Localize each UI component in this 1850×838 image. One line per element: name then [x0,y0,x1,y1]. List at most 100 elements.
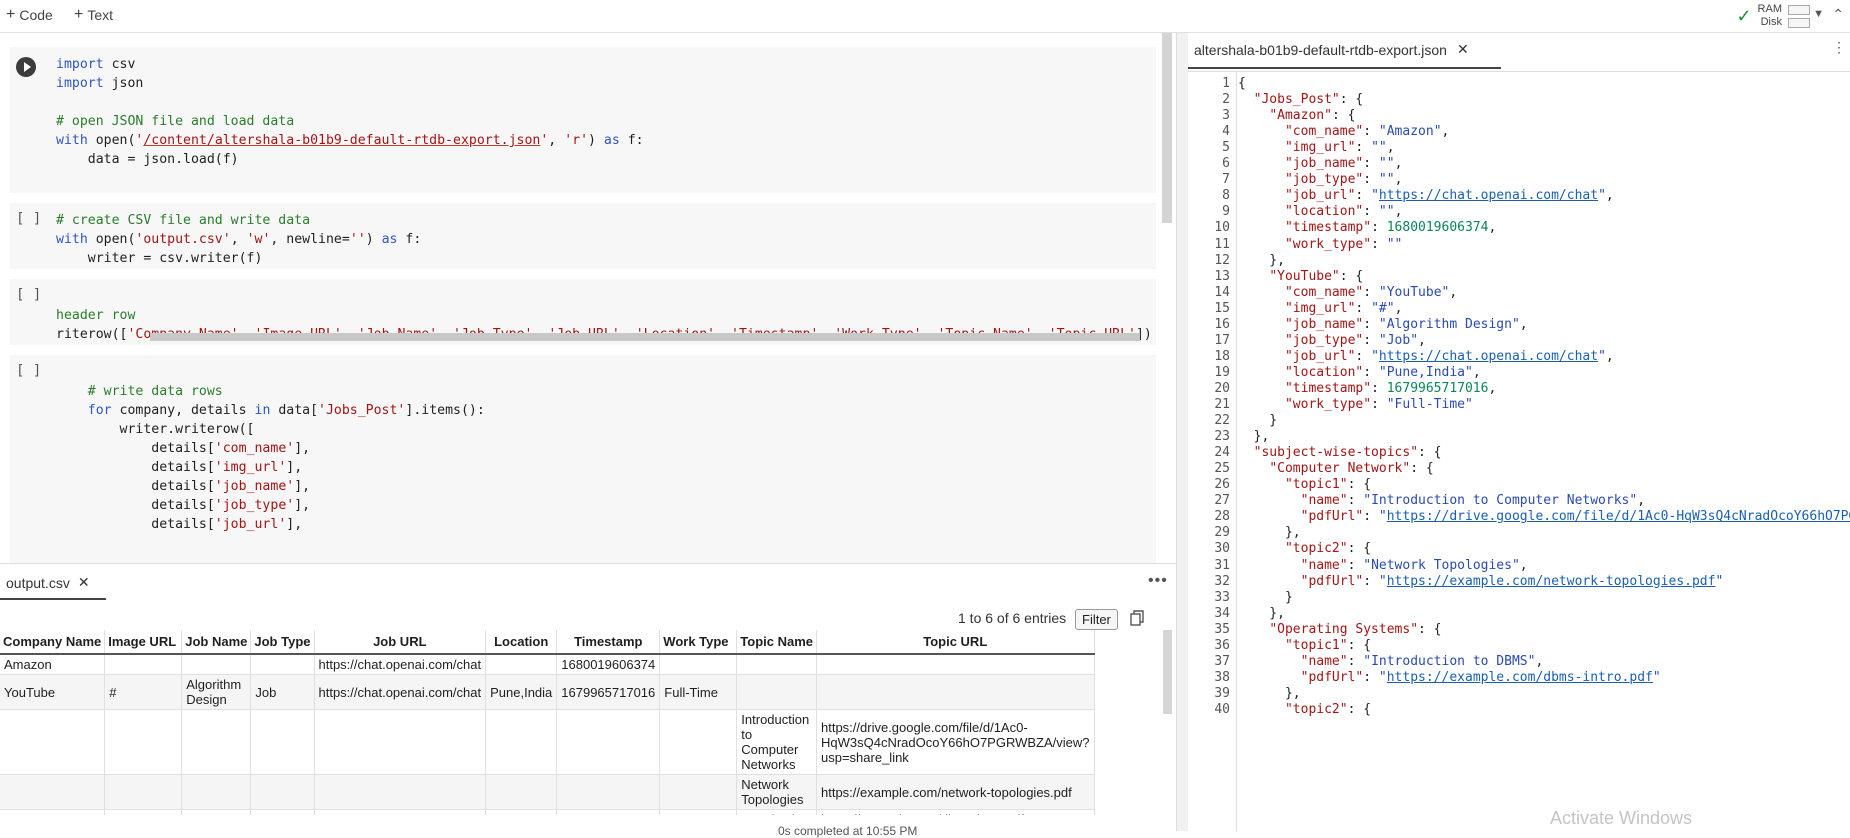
table-cell [181,709,252,775]
table-cell [485,654,558,675]
code-token: header row [56,308,136,323]
column-header[interactable]: Image URL [104,630,183,655]
horizontal-scrollbar[interactable] [150,333,1140,341]
json-token: : { [1339,268,1364,284]
json-token: "job_url" [1284,188,1356,204]
json-token: "timestamp" [1284,380,1372,396]
copy-icon[interactable] [1130,610,1144,626]
code-token: writer = csv.writer(f) [56,251,263,266]
json-token: : { [1347,541,1372,557]
table-header-row: Company Name Image URL Job Name Job Type Job… [0,630,1095,655]
output-tab[interactable]: output.csv ✕ [6,574,90,591]
json-token: "Pune,India" [1378,364,1473,380]
cell-code[interactable]: # write data rows for company, details i… [56,363,485,534]
file-tab[interactable]: altershala-b01b9-default-rtdb-export.jso… [1194,41,1469,58]
json-token: , [1472,364,1481,380]
column-header[interactable]: Topic Name [736,630,817,655]
code-token: details[ [56,460,215,475]
json-token: " [1371,188,1379,204]
code-cell[interactable]: [ ] # write data rows for company, detai… [10,355,1156,563]
table-cell [0,809,106,815]
table-row: Introductionhttps://example.com/dbms-int… [0,809,1095,815]
add-text-button[interactable]: + Text [74,6,113,24]
chevron-up-icon[interactable]: ⌃ [1832,6,1844,23]
table-cell: Network Topologies [736,774,817,810]
code-cell[interactable]: [ ] # create CSV file and write data wit… [10,203,1156,269]
json-token: 1680019606374 [1386,220,1489,236]
code-cell[interactable]: import csv import json # open JSON file … [10,47,1156,193]
table-cell [104,654,183,675]
code-token: , [230,232,247,247]
run-cell-button[interactable]: [ ] [16,363,41,379]
close-icon[interactable]: ✕ [78,574,90,591]
ram-label: RAM [1757,3,1782,15]
code-token: import [56,57,104,72]
json-token: "Full-Time" [1386,397,1473,412]
resource-monitor[interactable]: ✓ RAM Disk [1736,0,1810,32]
table-cell [816,674,1095,710]
code-token: with [56,133,88,148]
json-token: "work_type" [1284,236,1372,252]
code-token: # create CSV file and write data [56,213,311,228]
run-cell-button[interactable]: [ ] [16,211,41,227]
json-token: : [1363,316,1379,332]
run-cell-button[interactable]: [ ] [16,287,41,303]
code-token: details[ [56,517,215,532]
vertical-scrollbar[interactable] [1162,33,1172,223]
json-code-area[interactable]: 1{2 "Jobs_Post": {3 "Amazon": {4 "com_na… [1188,71,1850,831]
code-token: 'Jobs_Post' [318,403,406,418]
table-cell [659,709,738,775]
code-token: company, details [111,403,255,418]
json-token: : { [1339,92,1364,108]
json-token: "" [1378,156,1395,172]
json-link[interactable]: https://drive.google.com/file/d/1Ac0-HqW… [1387,509,1850,524]
json-token: , [1605,348,1614,364]
json-link[interactable]: https://chat.openai.com/chat [1379,349,1598,364]
execution-status: 0s completed at 10:55 PM [778,824,918,838]
column-header[interactable]: Timestamp [556,630,661,655]
column-header[interactable]: Job Type [250,630,315,655]
column-header[interactable]: Work Type [659,630,738,655]
vertical-scrollbar[interactable] [1163,630,1172,714]
column-header[interactable]: Job URL [314,630,487,655]
code-token: with [56,232,88,247]
chevron-down-icon[interactable]: ▼ [1813,8,1824,20]
column-header[interactable]: Company Name [0,630,106,655]
column-header[interactable]: Location [485,630,558,655]
json-link[interactable]: https://example.com/dbms-intro.pdf [1387,670,1653,685]
json-token: " [1598,348,1606,364]
json-token: "Job" [1378,332,1419,348]
code-token: csv [103,57,136,72]
json-token: "work_type" [1284,397,1372,412]
json-link[interactable]: https://chat.openai.com/chat [1379,188,1598,203]
json-token: : { [1418,445,1442,461]
run-cell-button[interactable] [16,57,36,77]
close-icon[interactable]: ✕ [1457,41,1469,58]
more-options-icon[interactable]: ••• [1148,572,1168,590]
column-header[interactable]: Topic URL [816,630,1095,655]
json-token: "Operating Systems" [1269,621,1419,637]
json-token: "pdfUrl" [1300,509,1364,525]
column-header[interactable]: Job Name [181,630,252,655]
json-link[interactable]: https://example.com/network-topologies.p… [1387,574,1716,589]
table-cell: Full-Time [659,674,738,710]
filter-button[interactable]: Filter [1075,609,1118,630]
table-cell [485,774,558,810]
json-token: "job_name" [1284,156,1364,172]
table-cell [250,709,315,775]
add-code-button[interactable]: + Code [6,6,53,24]
cell-code[interactable]: # create CSV file and write data with op… [56,211,421,268]
cell-code[interactable]: import csv import json # open JSON file … [56,55,644,169]
code-token: , [548,133,565,148]
code-token: data = json.load(f) [56,152,239,167]
table-cell [104,709,183,775]
code-token: details[ [56,498,215,513]
code-cell[interactable]: [ ] header row riterow(['Company Name', … [10,279,1156,345]
table-cell: https://chat.openai.com/chat [314,654,487,675]
more-options-icon[interactable]: ⋮ [1832,39,1846,56]
json-token: : [1371,397,1387,412]
